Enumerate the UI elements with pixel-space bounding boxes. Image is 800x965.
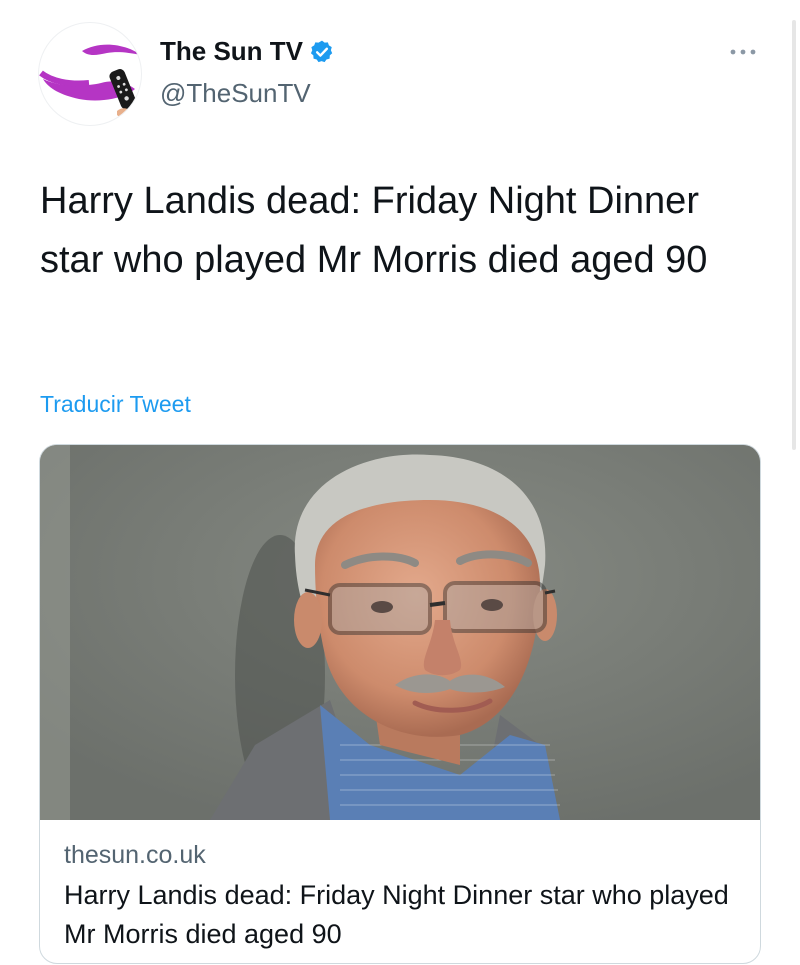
card-title[interactable]: Harry Landis dead: Friday Night Dinner s… [64,876,744,954]
card-domain[interactable]: thesun.co.uk [64,841,206,870]
scrollbar[interactable] [792,20,796,450]
portrait-photo [40,445,760,820]
tweet-text: Harry Landis dead: Friday Night Dinner s… [40,180,708,281]
more-options-button[interactable] [725,34,761,70]
link-card[interactable]: thesun.co.uk Harry Landis dead: Friday N… [39,444,761,964]
author-name-row[interactable]: The Sun TV [160,36,335,67]
user-handle[interactable]: @TheSunTV [160,78,311,109]
tweet: The Sun TV @TheSunTV Harry Landis dead: … [0,0,800,965]
verified-badge-icon [309,39,335,65]
card-image[interactable] [40,445,760,820]
ellipsis-icon [730,49,756,55]
avatar[interactable] [38,22,142,126]
display-name[interactable]: The Sun TV [160,36,303,67]
sun-tv-logo-icon [39,44,141,118]
translate-tweet-link[interactable]: Traducir Tweet [40,391,191,418]
